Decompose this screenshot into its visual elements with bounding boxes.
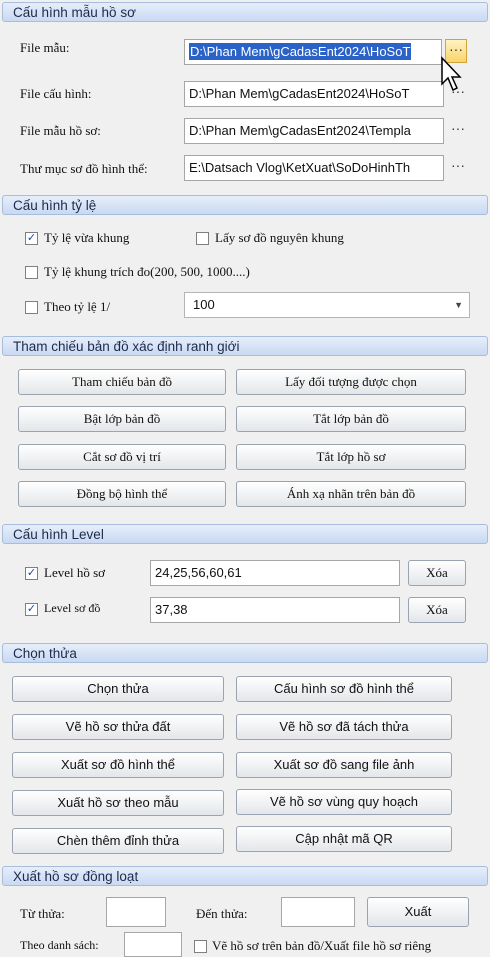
sync-shape-button[interactable]: Đồng bộ hình thể xyxy=(18,481,226,507)
show-map-layer-button[interactable]: Bật lớp bản đồ xyxy=(18,406,226,432)
by-scale-label: Theo tỷ lệ 1/ xyxy=(44,299,111,314)
draw-split-record-button[interactable]: Vẽ hồ sơ đã tách thửa xyxy=(236,714,452,740)
to-parcel-label: Đến thửa: xyxy=(196,906,248,921)
map-reference-button[interactable]: Tham chiếu bản đồ xyxy=(18,369,226,395)
scale-dropdown[interactable]: 100 ▼ xyxy=(184,292,470,318)
record-template-input[interactable]: D:\Phan Mem\gCadasEnt2024\Templa xyxy=(184,118,444,144)
section-header-scale-config: Cấu hình tỷ lệ xyxy=(2,195,488,215)
by-scale-checkbox[interactable] xyxy=(25,301,38,314)
section-header-map-reference: Tham chiếu bản đồ xác định ranh giới xyxy=(2,336,488,356)
scale-value: 100 xyxy=(193,297,215,312)
template-file-input[interactable]: D:\Phan Mem\gCadasEnt2024\HoSoT xyxy=(184,39,442,65)
level-map-label: Level sơ đồ xyxy=(44,601,101,615)
config-file-label: File cấu hình: xyxy=(20,86,92,101)
by-list-input[interactable] xyxy=(124,932,182,957)
from-parcel-label: Từ thửa: xyxy=(20,906,65,921)
chevron-down-icon: ▼ xyxy=(454,300,463,310)
level-file-delete-button[interactable]: Xóa xyxy=(408,560,466,586)
level-map-checkbox[interactable]: ✓ xyxy=(25,603,38,616)
draw-on-map-label: Vẽ hồ sơ trên bản đồ/Xuất file hồ sơ riê… xyxy=(212,938,432,953)
level-file-label: Level hồ sơ xyxy=(44,565,106,580)
level-file-checkbox[interactable]: ✓ xyxy=(25,567,38,580)
config-file-input[interactable]: D:\Phan Mem\gCadasEnt2024\HoSoT xyxy=(184,81,444,107)
from-parcel-input[interactable] xyxy=(106,897,166,927)
mouse-cursor-icon xyxy=(441,56,462,92)
section-header-select-parcel: Chọn thửa xyxy=(2,643,488,663)
hide-map-layer-button[interactable]: Tắt lớp bản đồ xyxy=(236,406,466,432)
record-template-label: File mẫu hồ sơ: xyxy=(20,123,101,138)
map-labels-button[interactable]: Ánh xạ nhãn trên bản đồ xyxy=(236,481,466,507)
template-file-label: File mẫu: xyxy=(20,40,70,55)
update-qr-button[interactable]: Cập nhật mã QR xyxy=(236,826,452,852)
scale-extract-label: Tỷ lệ khung trích đo(200, 500, 1000....) xyxy=(44,264,250,279)
diagram-folder-input[interactable]: E:\Datsach Vlog\KetXuat\SoDoHinhTh xyxy=(184,155,444,181)
draw-on-map-checkbox[interactable] xyxy=(194,940,207,953)
diagram-folder-browse-button[interactable]: ··· xyxy=(447,156,469,180)
fit-frame-checkbox[interactable]: ✓ xyxy=(25,232,38,245)
fit-frame-label: Tỷ lệ vừa khung xyxy=(44,230,130,245)
original-frame-checkbox[interactable] xyxy=(196,232,209,245)
level-map-input[interactable]: 37,38 xyxy=(150,597,400,623)
export-record-template-button[interactable]: Xuất hồ sơ theo mẫu xyxy=(12,790,224,816)
export-diagram-image-button[interactable]: Xuất sơ đồ sang file ảnh xyxy=(236,752,452,778)
draw-parcel-record-button[interactable]: Vẽ hồ sơ thửa đất xyxy=(12,714,224,740)
by-list-label: Theo danh sách: xyxy=(20,938,99,952)
hide-record-layer-button[interactable]: Tắt lớp hồ sơ xyxy=(236,444,466,470)
scale-extract-checkbox[interactable] xyxy=(25,266,38,279)
diagram-config-button[interactable]: Cấu hình sơ đồ hình thể xyxy=(236,676,452,702)
cut-location-diagram-button[interactable]: Cắt sơ đồ vị trí xyxy=(18,444,226,470)
level-file-input[interactable]: 24,25,56,60,61 xyxy=(150,560,400,586)
insert-vertex-button[interactable]: Chèn thêm đỉnh thửa xyxy=(12,828,224,854)
original-frame-label: Lấy sơ đồ nguyên khung xyxy=(215,230,344,245)
record-template-browse-button[interactable]: ··· xyxy=(447,119,469,143)
section-header-template-config: Cấu hình mẫu hồ sơ xyxy=(2,2,488,22)
export-button[interactable]: Xuất xyxy=(367,897,469,927)
level-map-delete-button[interactable]: Xóa xyxy=(408,597,466,623)
section-header-batch-export: Xuất hồ sơ đồng loạt xyxy=(2,866,488,886)
to-parcel-input[interactable] xyxy=(281,897,355,927)
select-parcel-button[interactable]: Chọn thửa xyxy=(12,676,224,702)
export-diagram-button[interactable]: Xuất sơ đồ hình thể xyxy=(12,752,224,778)
draw-planning-record-button[interactable]: Vẽ hồ sơ vùng quy hoạch xyxy=(236,789,452,815)
diagram-folder-label: Thư mục sơ đồ hình thể: xyxy=(20,161,148,176)
get-selected-object-button[interactable]: Lấy đối tượng được chọn xyxy=(236,369,466,395)
section-header-level-config: Cấu hình Level xyxy=(2,524,488,544)
